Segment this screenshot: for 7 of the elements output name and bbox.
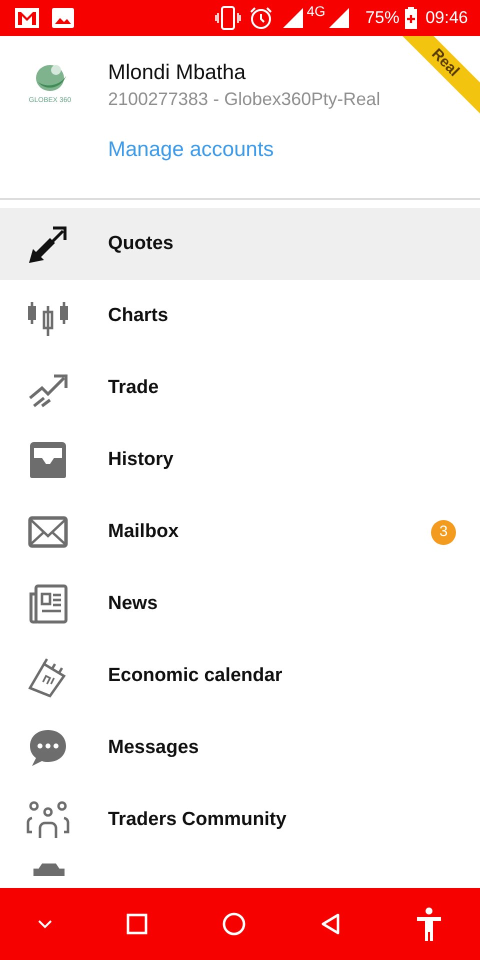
battery-level: 75%	[365, 7, 400, 30]
unread-count-badge: 3	[431, 520, 456, 544]
account-number: 2100277383 - Globex360Pty-Real	[108, 88, 380, 111]
clock-time: 09:46	[425, 7, 468, 30]
account-name: Mlondi Mbatha	[108, 60, 247, 86]
network-type: 4G	[306, 4, 326, 18]
menu-item[interactable]: Quotes	[0, 208, 480, 280]
